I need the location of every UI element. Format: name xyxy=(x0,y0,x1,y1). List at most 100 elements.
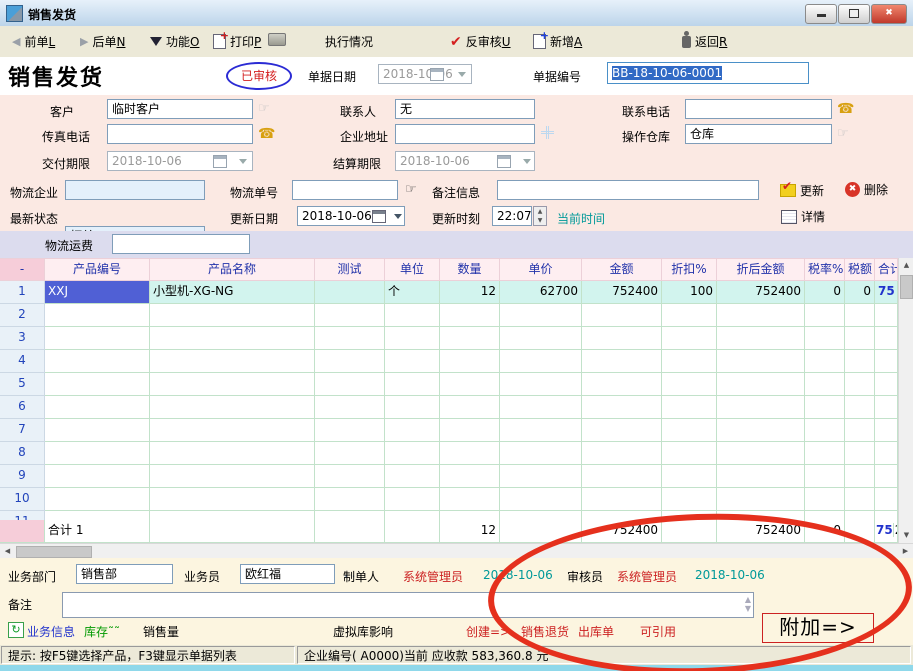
row-number[interactable]: 10 xyxy=(0,488,45,511)
update-date-field[interactable]: 2018-10-06 xyxy=(297,206,405,226)
row-number[interactable]: 8 xyxy=(0,442,45,465)
update-time-field[interactable]: 22:07 xyxy=(492,206,532,226)
cell-discounted[interactable]: 752400 xyxy=(717,281,805,304)
table-cell[interactable] xyxy=(45,442,150,465)
table-cell[interactable] xyxy=(717,396,805,419)
hand-pointer-icon[interactable]: ☞ xyxy=(837,126,849,141)
table-cell[interactable] xyxy=(315,442,385,465)
table-cell[interactable] xyxy=(385,419,440,442)
table-cell[interactable] xyxy=(875,442,898,465)
table-cell[interactable] xyxy=(582,396,662,419)
table-cell[interactable] xyxy=(875,465,898,488)
restore-button[interactable] xyxy=(838,4,870,24)
minimize-button[interactable] xyxy=(805,4,837,24)
remark-spinner[interactable]: ▲▼ xyxy=(745,595,751,613)
table-cell[interactable] xyxy=(805,350,845,373)
table-cell[interactable] xyxy=(440,419,500,442)
table-cell[interactable] xyxy=(150,350,315,373)
row-number[interactable]: 7 xyxy=(0,419,45,442)
table-cell[interactable] xyxy=(582,350,662,373)
table-cell[interactable] xyxy=(150,373,315,396)
address-field[interactable] xyxy=(395,124,535,144)
print-button[interactable]: + 打印P xyxy=(213,33,261,50)
table-cell[interactable] xyxy=(845,465,875,488)
cell-tax-rate[interactable]: 0 xyxy=(805,281,845,304)
table-cell[interactable] xyxy=(845,396,875,419)
freight-field[interactable] xyxy=(112,234,250,254)
table-cell[interactable] xyxy=(500,465,582,488)
scrollbar-thumb[interactable] xyxy=(900,275,913,299)
table-cell[interactable] xyxy=(150,419,315,442)
table-cell[interactable] xyxy=(440,304,500,327)
logistics-company-select[interactable] xyxy=(65,180,205,200)
scroll-down-button[interactable]: ▼ xyxy=(899,528,913,543)
prev-doc-button[interactable]: ◀ 前单L xyxy=(12,33,55,50)
table-cell[interactable] xyxy=(717,327,805,350)
settle-deadline-field[interactable]: 2018-10-06 xyxy=(395,151,535,171)
table-cell[interactable] xyxy=(662,304,717,327)
table-cell[interactable] xyxy=(45,488,150,511)
cell-discount[interactable]: 100 xyxy=(662,281,717,304)
table-cell[interactable] xyxy=(440,373,500,396)
cell-tax[interactable]: 0 xyxy=(845,281,875,304)
table-cell[interactable] xyxy=(875,373,898,396)
table-cell[interactable] xyxy=(45,350,150,373)
table-cell[interactable] xyxy=(440,488,500,511)
table-cell[interactable] xyxy=(315,488,385,511)
row-number[interactable]: 4 xyxy=(0,350,45,373)
table-cell[interactable] xyxy=(315,396,385,419)
table-cell[interactable] xyxy=(150,442,315,465)
table-cell[interactable] xyxy=(845,488,875,511)
table-cell[interactable] xyxy=(717,465,805,488)
table-cell[interactable] xyxy=(805,511,845,520)
row-number[interactable]: 1 xyxy=(0,281,45,304)
table-cell[interactable] xyxy=(805,419,845,442)
refresh-icon[interactable]: ↻ xyxy=(8,622,24,638)
table-cell[interactable] xyxy=(662,465,717,488)
row-number[interactable]: 5 xyxy=(0,373,45,396)
table-cell[interactable] xyxy=(845,511,875,520)
time-spinner[interactable]: ▲▼ xyxy=(533,206,547,226)
table-cell[interactable] xyxy=(875,396,898,419)
table-cell[interactable] xyxy=(845,419,875,442)
row-number[interactable]: 9 xyxy=(0,465,45,488)
table-cell[interactable] xyxy=(150,511,315,520)
scrollbar-thumb[interactable] xyxy=(16,546,92,558)
table-cell[interactable] xyxy=(150,327,315,350)
table-cell[interactable] xyxy=(500,373,582,396)
scroll-up-button[interactable]: ▲ xyxy=(899,258,913,273)
hand-pointer-icon[interactable]: ☞ xyxy=(258,101,270,116)
table-cell[interactable] xyxy=(315,304,385,327)
table-cell[interactable] xyxy=(845,327,875,350)
vertical-scrollbar[interactable]: ▲ ▼ xyxy=(898,258,913,543)
table-cell[interactable] xyxy=(150,396,315,419)
customer-field[interactable]: 临时客户 xyxy=(107,99,253,119)
table-cell[interactable] xyxy=(150,488,315,511)
table-cell[interactable] xyxy=(582,465,662,488)
cell-total[interactable]: 75 xyxy=(875,281,898,304)
logistics-update-button[interactable]: ✔ 更新 xyxy=(780,182,824,199)
referable-link[interactable]: 可引用 xyxy=(640,623,676,640)
table-cell[interactable] xyxy=(717,350,805,373)
table-cell[interactable] xyxy=(385,442,440,465)
virtual-stock-link[interactable]: 虚拟库影响 xyxy=(333,623,393,640)
doc-no-field[interactable]: BB-18-10-06-0001 xyxy=(607,62,809,84)
unaudit-button[interactable]: ✔ 反审核U xyxy=(450,33,511,50)
spin-up-icon[interactable]: ▲ xyxy=(538,208,543,215)
cell-amount[interactable]: 752400 xyxy=(582,281,662,304)
current-time-link[interactable]: 当前时间 xyxy=(557,210,605,227)
table-cell[interactable] xyxy=(582,373,662,396)
table-cell[interactable] xyxy=(662,419,717,442)
outbound-link[interactable]: 出库单 xyxy=(578,623,614,640)
table-cell[interactable] xyxy=(805,396,845,419)
table-cell[interactable] xyxy=(805,442,845,465)
table-cell[interactable] xyxy=(385,488,440,511)
detail-button[interactable]: 详情 xyxy=(781,208,825,225)
table-cell[interactable] xyxy=(500,350,582,373)
create-link[interactable]: 创建=> xyxy=(466,623,510,640)
table-cell[interactable] xyxy=(500,327,582,350)
table-cell[interactable] xyxy=(582,419,662,442)
table-cell[interactable] xyxy=(45,373,150,396)
new-doc-button[interactable]: + 新增A xyxy=(533,33,582,50)
table-cell[interactable] xyxy=(385,373,440,396)
